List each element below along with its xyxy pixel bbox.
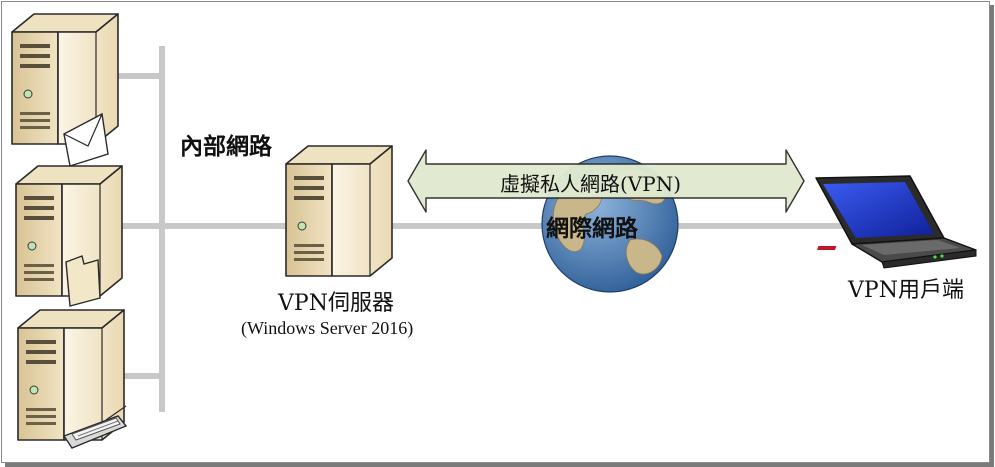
- internet-label: 網際網路: [546, 216, 638, 242]
- vpn-server-icon: [285, 145, 393, 277]
- laptop-icon: [815, 175, 977, 269]
- vpn-client-label: VPN用戶端: [848, 278, 964, 303]
- vpn-server-os-label: (Windows Server 2016): [241, 318, 414, 338]
- vpn-tunnel-label: 虛擬私人網路(VPN): [500, 172, 682, 196]
- mail-server-icon: [11, 13, 119, 167]
- internal-network-label: 內部網路: [180, 134, 272, 160]
- file-server-icon: [15, 165, 123, 307]
- diagram-canvas: [11, 13, 977, 449]
- vpn-server-label: VPN伺服器: [278, 291, 394, 316]
- print-server-icon: [17, 309, 128, 449]
- diagram: 內部網路 VPN伺服器 (Windows Server 2016) 虛擬私人網路…: [0, 0, 995, 467]
